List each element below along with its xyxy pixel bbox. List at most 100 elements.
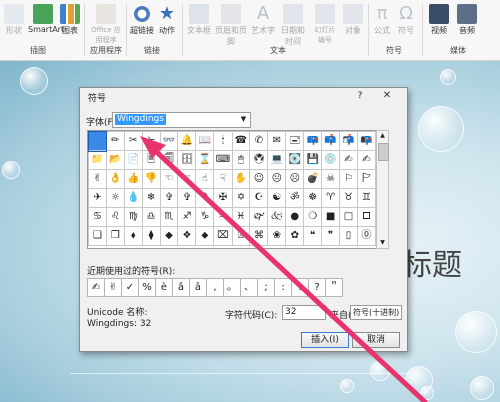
recent-symbol-cell[interactable]: ǎ xyxy=(172,278,190,297)
recent-symbol-cell[interactable]: ＂ xyxy=(325,278,343,297)
symbol-cell[interactable]: ☪ xyxy=(249,188,269,208)
symbol-cell[interactable]: ✍ xyxy=(356,150,377,170)
symbol-cell[interactable]: ♈ xyxy=(321,188,341,208)
symbol-cell[interactable]: ☝ xyxy=(195,169,215,189)
symbol-cell[interactable]: ☞ xyxy=(177,169,197,189)
symbol-cell[interactable]: 🖱 xyxy=(231,150,251,170)
symbol-cell[interactable]: ❄ xyxy=(141,188,161,208)
symbol-cell[interactable]: ♌ xyxy=(105,207,125,227)
insert-button[interactable]: 插入(I) xyxy=(301,332,349,348)
symbol-cell[interactable]: 🔔 xyxy=(177,131,197,151)
symbol-cell[interactable]: ✂ xyxy=(123,131,143,151)
symbol-cell[interactable]: 💻 xyxy=(267,150,287,170)
symbol-cell[interactable]: ✏ xyxy=(105,131,125,151)
recent-symbol-cell[interactable]: ? xyxy=(308,278,326,297)
symbol-cell[interactable]: 😐 xyxy=(267,169,287,189)
audio-button[interactable]: 音频 xyxy=(456,2,478,42)
smartart-button[interactable]: SmartArt xyxy=(28,2,64,42)
symbol-cell[interactable]: ❑ xyxy=(88,226,107,246)
symbol-cell[interactable]: 👍 xyxy=(123,169,143,189)
symbol-cell[interactable]: ✌ xyxy=(88,169,107,189)
symbol-cell[interactable]: 👓 xyxy=(159,131,179,151)
slide-title-text[interactable]: 标题 xyxy=(402,240,462,284)
object-button[interactable]: 对象 xyxy=(342,2,364,42)
grid-scrollbar[interactable]: ▲ ▼ xyxy=(376,130,389,249)
symbol-cell[interactable]: ⌛ xyxy=(195,150,215,170)
symbol-cell[interactable]: 📁 xyxy=(88,150,107,170)
symbol-cell[interactable]: ♊ xyxy=(356,188,377,208)
symbol-cell[interactable]: ▯ xyxy=(339,226,358,246)
slide-number-button[interactable]: 幻灯片 编号 xyxy=(310,2,340,44)
symbol-cell[interactable]: 📂 xyxy=(105,150,125,170)
shapes-button[interactable]: 形状 xyxy=(2,2,26,42)
symbol-cell[interactable]: ✈ xyxy=(88,188,107,208)
office-apps-button[interactable]: Office 应用程序 xyxy=(88,2,124,44)
symbol-cell[interactable]: ⍓ xyxy=(231,226,251,246)
symbol-cell[interactable]: ❖ xyxy=(177,226,197,246)
symbol-cell[interactable]: ✡ xyxy=(231,188,251,208)
recent-symbol-cell[interactable]: : xyxy=(274,278,292,297)
symbol-cell[interactable]: ♍ xyxy=(123,207,143,227)
recent-symbol-cell[interactable]: ǎ xyxy=(189,278,207,297)
date-time-button[interactable]: 日期和时间 xyxy=(278,2,308,46)
recent-symbol-cell[interactable]: 。 xyxy=(223,278,241,297)
recent-symbol-cell[interactable]: ; xyxy=(257,278,275,297)
symbol-cell[interactable]: ⌧ xyxy=(213,226,233,246)
symbol-cell[interactable]: ✁ xyxy=(141,131,161,151)
symbol-cell[interactable]: ♋ xyxy=(88,207,107,227)
symbol-cell[interactable]: ✍ xyxy=(339,150,358,170)
symbol-cell[interactable]: ✞ xyxy=(159,188,179,208)
symbol-cell[interactable]: ⬧ xyxy=(123,226,143,246)
symbol-cell[interactable]: ⌨ xyxy=(213,150,233,170)
symbol-cell[interactable]: ⌘ xyxy=(249,226,269,246)
char-code-input[interactable]: 32 xyxy=(282,305,326,320)
symbol-cell[interactable]: 📪 xyxy=(303,131,323,151)
symbol-cell[interactable]: ♎ xyxy=(141,207,161,227)
symbol-cell[interactable]: ⬥ xyxy=(195,226,215,246)
symbol-cell[interactable]: ⧫ xyxy=(141,226,161,246)
symbol-cell[interactable]: 🗐 xyxy=(159,150,179,170)
symbol-button[interactable]: Ω 符号 xyxy=(396,2,416,42)
textbox-button[interactable]: 文本框 xyxy=(186,2,212,42)
symbol-cell[interactable]: ☎ xyxy=(231,131,251,151)
recent-symbol-cell[interactable]: ✍ xyxy=(87,278,105,297)
symbol-cell[interactable]: □ xyxy=(339,207,358,227)
symbol-cell[interactable]: 💿 xyxy=(321,150,341,170)
symbol-cell[interactable]: 🗄 xyxy=(177,150,197,170)
symbol-cell[interactable]: ❍ xyxy=(303,207,323,227)
symbol-cell[interactable]: ◆ xyxy=(159,226,179,246)
chart-button[interactable]: 图表 xyxy=(60,2,80,42)
font-select[interactable]: Wingdings ▼ xyxy=(112,112,251,128)
symbol-cell[interactable]: ✆ xyxy=(249,131,269,151)
symbol-cell[interactable]: ☜ xyxy=(159,169,179,189)
symbol-cell[interactable]: ● xyxy=(285,207,305,227)
symbol-cell[interactable]: 💾 xyxy=(303,150,323,170)
symbol-cell[interactable]: ♑ xyxy=(195,207,215,227)
symbol-cell[interactable]: ⚐ xyxy=(339,169,358,189)
symbol-cell[interactable]: ♐ xyxy=(177,207,197,227)
symbol-cell[interactable]: ❞ xyxy=(321,226,341,246)
action-button[interactable]: ★ 动作 xyxy=(156,2,178,42)
symbol-cell[interactable]: ♉ xyxy=(339,188,358,208)
close-button[interactable]: ✕ xyxy=(372,89,402,103)
recent-symbol-cell[interactable]: % xyxy=(138,278,156,297)
symbol-cell[interactable]: ☯ xyxy=(267,188,287,208)
cancel-button[interactable]: 取消 xyxy=(352,332,400,348)
symbol-cell[interactable]: 💧 xyxy=(123,188,143,208)
symbol-cell[interactable]: ♒ xyxy=(213,207,233,227)
symbol-cell[interactable]: ✞ xyxy=(177,188,197,208)
symbol-cell[interactable]: 🙰 xyxy=(249,207,269,227)
symbol-cell[interactable]: 🖲 xyxy=(249,150,269,170)
symbol-cell[interactable]: 🙵 xyxy=(267,207,287,227)
symbol-cell[interactable]: ☸ xyxy=(303,188,323,208)
recent-symbol-cell[interactable]: è xyxy=(155,278,173,297)
symbol-cell[interactable]: ✠ xyxy=(213,188,233,208)
recent-symbol-cell[interactable]: , xyxy=(206,278,224,297)
symbol-cell[interactable]: ☟ xyxy=(213,169,233,189)
scroll-up-icon[interactable]: ▲ xyxy=(377,131,388,141)
symbol-cell[interactable]: ⓪ xyxy=(356,226,377,246)
video-button[interactable]: 视频 xyxy=(428,2,450,42)
symbol-cell[interactable]: ☹ xyxy=(285,169,305,189)
symbol-cell[interactable]: ♓ xyxy=(231,207,251,227)
symbol-cell[interactable]: ❝ xyxy=(303,226,323,246)
